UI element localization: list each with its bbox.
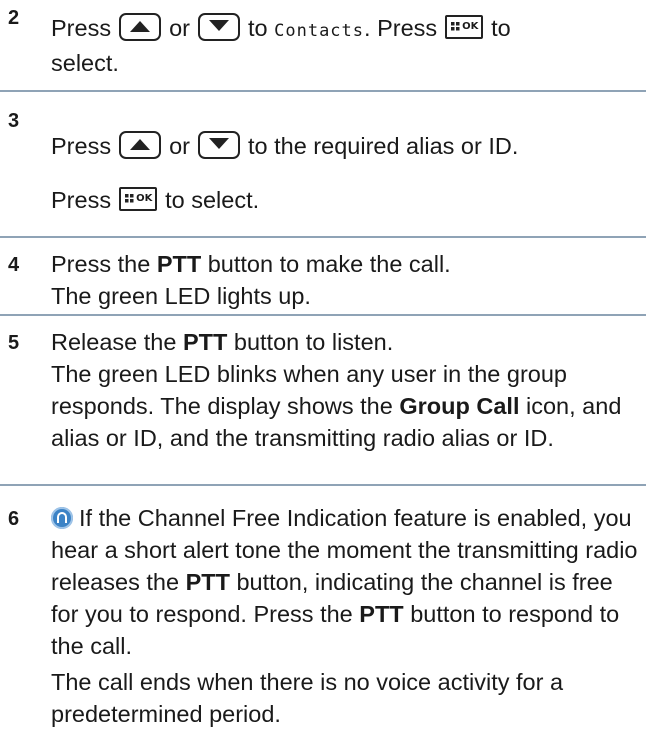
instruction-text: Release the [51,329,177,355]
step-number: 3 [8,110,20,132]
up-arrow-key-icon [119,131,162,159]
up-arrow-key-icon [119,13,162,41]
step-text: Press OK to select. [51,184,640,216]
step-number: 2 [8,7,20,29]
step-text: If the Channel Free Indication feature i… [51,502,640,662]
ptt-label: PTT [359,601,404,627]
instruction-text: button to listen. [233,329,394,355]
step-5: 5 Release the PTT button to listen. The … [0,316,646,466]
menu-item-contacts: Contacts [274,21,365,41]
menu-ok-key-icon: OK [119,187,158,211]
step-number: 5 [8,332,20,354]
menu-ok-key-icon: OK [445,15,484,39]
ptt-label: PTT [156,251,202,277]
step-text: Release the PTT button to listen. The gr… [51,326,640,454]
select-text: to select. [165,187,260,213]
ptt-label: PTT [185,569,230,595]
step-text: The call ends when there is no voice act… [51,666,640,730]
down-arrow-key-icon [197,131,240,159]
step-number: 4 [8,254,20,276]
to-text: to [491,15,511,41]
or-text: or [169,15,190,41]
to-text: to [247,15,268,41]
step-text: Press the PTT button to make the call. T… [51,248,640,312]
step-text: Press or to Contacts. Press OK to select. [51,12,640,79]
result-text: The call ends when there is no voice act… [51,669,564,727]
or-text: or [169,133,190,159]
step-text: Press or to the required alias or ID. [51,130,640,162]
instruction-text: to the required alias or ID. [247,133,519,159]
instruction-text: button to make the call. [207,251,451,277]
down-arrow-key-icon [197,13,240,41]
ptt-label: PTT [182,329,228,355]
step-3: 3 Press or to the required alias or ID. Pr… [0,92,646,222]
step-2: 2 Press or to Contacts. Press OK to select. [0,0,646,82]
select-text: select. [51,50,119,76]
press-text: . Press [364,15,438,41]
info-icon [51,507,73,529]
result-text: The green LED lights up. [51,283,311,309]
group-call-label: Group Call [399,393,520,419]
step-4: 4 Press the PTT button to make the call.… [0,238,646,309]
step-number: 6 [8,508,20,530]
press-text: Press [51,15,112,41]
step-6: 6 If the Channel Free Indication feature… [0,486,646,749]
press-text: Press [51,187,112,213]
instruction-text: Press the [51,251,151,277]
press-text: Press [51,133,112,159]
